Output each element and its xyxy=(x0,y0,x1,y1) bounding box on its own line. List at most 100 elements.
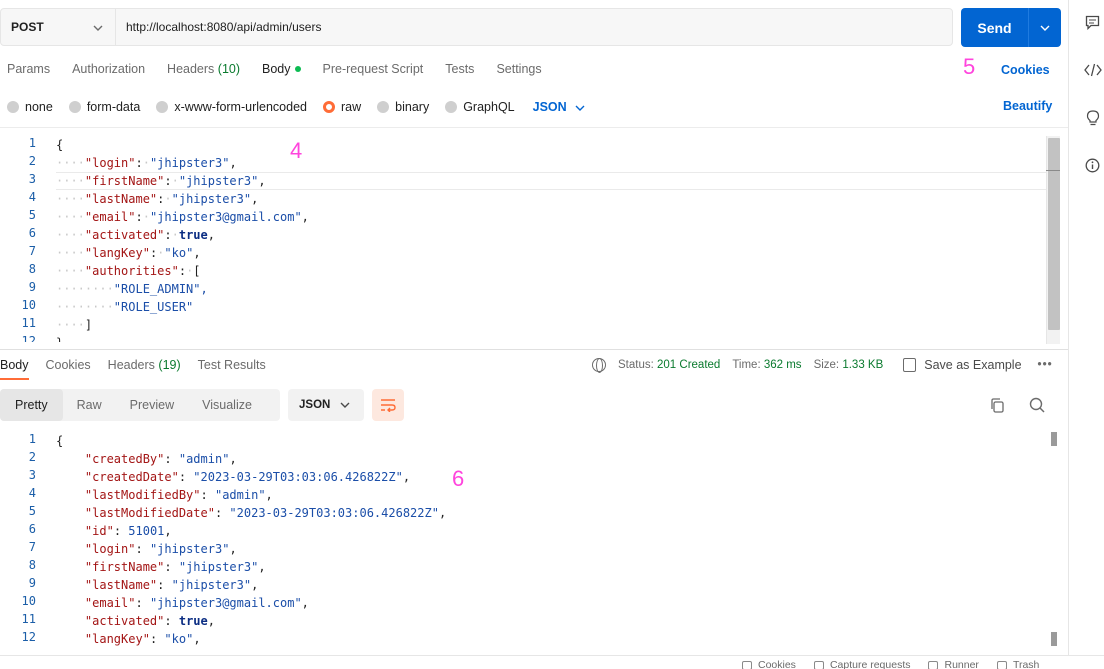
tab-body-label: Body xyxy=(262,62,291,76)
line-number: 2 xyxy=(28,450,36,464)
beautify-button[interactable]: Beautify xyxy=(1003,99,1052,113)
response-viewer-scrollbar[interactable] xyxy=(1049,432,1059,648)
radio-binary[interactable]: binary xyxy=(377,100,429,114)
size-value[interactable]: 1.33 KB xyxy=(842,359,883,371)
tab-settings[interactable]: Settings xyxy=(496,62,541,82)
comments-icon[interactable] xyxy=(1085,15,1100,30)
scrollbar-thumb[interactable] xyxy=(1048,138,1060,330)
statusbar-capture-requests[interactable]: Capture requests xyxy=(813,659,910,669)
url-input[interactable]: http://localhost:8080/api/admin/users xyxy=(116,9,952,45)
save-as-example-button[interactable]: Save as Example xyxy=(903,358,1022,372)
url-text: http://localhost:8080/api/admin/users xyxy=(126,20,322,34)
indent-guide: ···· xyxy=(56,210,85,224)
request-editor-scrollbar[interactable] xyxy=(1046,136,1060,344)
radio-label: none xyxy=(25,100,53,114)
view-visualize[interactable]: Visualize xyxy=(188,389,266,421)
response-tab-body[interactable]: Body xyxy=(0,358,29,380)
line-number: 7 xyxy=(28,244,36,258)
tab-params[interactable]: Params xyxy=(7,62,50,82)
info-icon[interactable] xyxy=(1085,158,1100,173)
response-tab-test-results[interactable]: Test Results xyxy=(198,358,266,372)
code-line: ····"langKey":·"ko", xyxy=(56,244,201,262)
annotation-5: 5 xyxy=(963,54,976,79)
tab-body[interactable]: Body xyxy=(262,62,301,82)
json-colon: : xyxy=(178,470,187,484)
scrollbar-thumb[interactable] xyxy=(1051,432,1057,446)
tab-pre-request-script[interactable]: Pre-request Script xyxy=(323,62,424,82)
more-options-icon[interactable]: ••• xyxy=(1038,359,1053,371)
json-comma: , xyxy=(229,156,237,170)
copy-icon[interactable] xyxy=(990,398,1004,413)
code-line: ····"firstName":·"jhipster3", xyxy=(56,172,266,190)
radio-x-www-form-urlencoded[interactable]: x-www-form-urlencoded xyxy=(156,100,307,114)
tab-headers[interactable]: Headers (10) xyxy=(167,62,240,82)
time-value[interactable]: 362 ms xyxy=(764,359,802,371)
json-token: } xyxy=(56,336,63,342)
radio-label: binary xyxy=(395,100,430,114)
json-token: "ROLE_ADMIN", xyxy=(113,282,208,296)
send-button[interactable]: Send xyxy=(961,8,1029,47)
radio-icon xyxy=(156,101,169,113)
statusbar-runner[interactable]: Runner xyxy=(928,659,979,669)
json-key: "createdDate" xyxy=(84,470,179,484)
save-as-example-label: Save as Example xyxy=(924,358,1022,372)
send-options-button[interactable] xyxy=(1029,8,1061,47)
view-pretty[interactable]: Pretty xyxy=(0,389,63,421)
space: · xyxy=(142,156,150,170)
json-value: "jhipster3" xyxy=(149,156,230,170)
response-tab-headers[interactable]: Headers (19) xyxy=(108,358,181,372)
json-key: "id" xyxy=(84,524,114,538)
radio-icon xyxy=(377,101,390,113)
json-comma: , xyxy=(251,192,259,206)
statusbar-cookies[interactable]: Cookies xyxy=(742,659,796,669)
tab-authorization[interactable]: Authorization xyxy=(72,62,145,82)
radio-label: GraphQL xyxy=(463,100,515,114)
time-label: Time: xyxy=(732,359,761,371)
space: · xyxy=(171,174,179,188)
separator xyxy=(0,127,1068,128)
line-number: 9 xyxy=(28,280,36,294)
search-icon[interactable] xyxy=(1029,397,1045,413)
json-key: "activated" xyxy=(84,614,165,628)
response-status: Status: 201 Created Time: 362 ms Size: 1… xyxy=(592,358,1053,373)
json-key: "lastName" xyxy=(84,192,158,206)
globe-icon[interactable] xyxy=(592,358,606,373)
status-value[interactable]: 201 Created xyxy=(657,359,720,371)
json-value: [ xyxy=(193,264,201,278)
json-comma: , xyxy=(301,596,309,610)
radio-graphql[interactable]: GraphQL xyxy=(445,100,515,114)
statusbar-trash[interactable]: Trash xyxy=(996,659,1039,669)
cookies-link[interactable]: Cookies xyxy=(1001,63,1050,77)
code-icon[interactable] xyxy=(1084,63,1102,77)
response-format-select[interactable]: JSON xyxy=(288,389,364,421)
view-raw[interactable]: Raw xyxy=(63,389,116,421)
pane-divider[interactable] xyxy=(0,349,1068,350)
json-value: "jhipster3" xyxy=(178,174,259,188)
method-select[interactable]: POST xyxy=(1,9,116,45)
json-colon: : xyxy=(200,488,208,502)
line-number: 11 xyxy=(21,316,36,330)
response-tab-cookies[interactable]: Cookies xyxy=(46,358,91,372)
radio-label: form-data xyxy=(86,100,141,114)
status-label: Status: xyxy=(618,359,654,371)
body-format-select[interactable]: JSON xyxy=(533,100,585,114)
code-line: "createdBy": "admin", xyxy=(56,450,237,468)
json-comma: , xyxy=(265,488,273,502)
tab-tests[interactable]: Tests xyxy=(445,62,474,82)
code-line: "createdDate": "2023-03-29T03:03:06.4268… xyxy=(56,468,410,486)
view-preview[interactable]: Preview xyxy=(116,389,188,421)
wrap-lines-button[interactable] xyxy=(372,389,404,421)
scrollbar-thumb[interactable] xyxy=(1051,632,1057,646)
line-number: 5 xyxy=(28,504,36,518)
request-body-editor[interactable]: 1{2 ····"login":·"jhipster3", 3 ····"firstN… xyxy=(0,136,1046,342)
radio-raw[interactable]: raw xyxy=(323,100,361,114)
radio-form-data[interactable]: form-data xyxy=(68,100,141,114)
lightbulb-icon[interactable] xyxy=(1086,110,1100,126)
radio-none[interactable]: none xyxy=(7,100,53,114)
line-number: 3 xyxy=(28,468,36,482)
response-body-viewer[interactable]: 1 {2 "createdBy": "admin", 3 "createdDate"… xyxy=(0,432,1050,648)
